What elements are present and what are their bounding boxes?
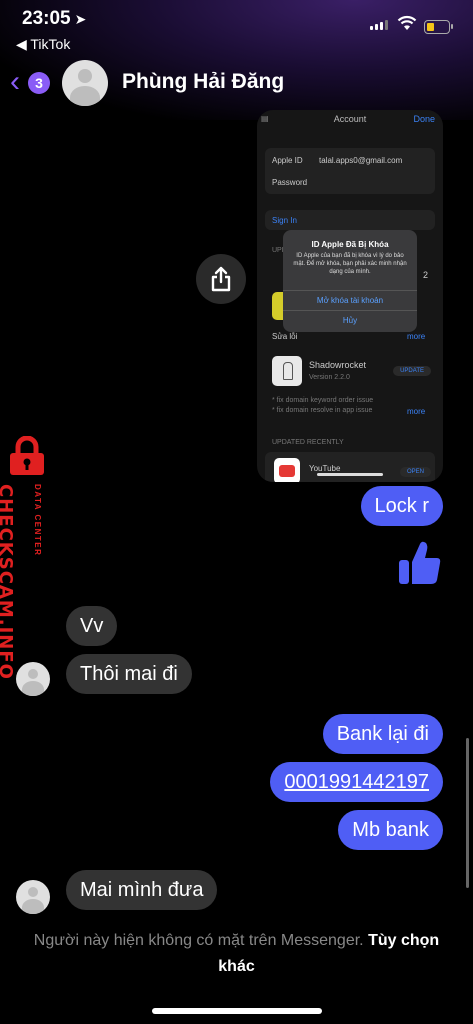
availability-notice: Người này hiện không có mặt trên Messeng…: [20, 928, 453, 980]
back-to-app-link[interactable]: ◀ TikTok: [16, 36, 70, 53]
screenshot-recent-app-name: YouTube: [309, 464, 341, 473]
cellular-signal-icon: [370, 20, 388, 30]
wifi-icon: [397, 15, 417, 30]
screenshot-dialog-title: ID Apple Đã Bị Khóa: [311, 240, 389, 249]
share-button[interactable]: [196, 254, 246, 304]
message-bubble-outgoing[interactable]: Bank lại đi: [322, 714, 443, 754]
location-arrow-icon: ➤: [74, 11, 87, 27]
message-bubble-incoming[interactable]: Vv: [66, 606, 118, 646]
sender-avatar[interactable]: [16, 662, 50, 696]
screenshot-youtube-icon: [274, 458, 300, 482]
unread-count-badge[interactable]: 3: [28, 72, 50, 94]
availability-text: Người này hiện không có mặt trên Messeng…: [33, 932, 364, 949]
screenshot-open-button: OPEN: [399, 467, 431, 477]
contact-avatar[interactable]: [62, 60, 108, 106]
screenshot-sign-in: Sign In: [272, 216, 297, 225]
screenshot-note-2: * fix domain resolve in app issue: [272, 407, 373, 414]
sender-avatar[interactable]: [16, 880, 50, 914]
screenshot-shadowrocket-icon: [272, 356, 302, 386]
battery-icon: [424, 20, 453, 34]
message-bubble-outgoing[interactable]: Mb bank: [338, 810, 443, 850]
screenshot-update-button: UPDATE: [393, 366, 431, 376]
scroll-indicator: [466, 738, 469, 888]
watermark-lock-icon: [10, 436, 44, 475]
status-time: 23:05 ➤: [22, 8, 87, 29]
screenshot-apple-id-value: talal.apps0@gmail.com: [319, 156, 403, 165]
screenshot-note-1: * fix domain keyword order issue: [272, 397, 374, 404]
message-link-account-number[interactable]: 0001991442197: [270, 762, 443, 802]
screenshot-password-label: Password: [272, 178, 308, 187]
screenshot-login-group: [265, 148, 435, 194]
message-bubble-outgoing[interactable]: Lock r: [360, 486, 443, 526]
screenshot-recent-header: UPDATED RECENTLY: [272, 439, 344, 446]
contact-name[interactable]: Phùng Hải Đăng: [122, 70, 284, 94]
screenshot-update-count: 2: [423, 270, 429, 280]
screenshot-dialog-unlock: Mở khóa tài khoản: [283, 290, 417, 311]
shared-screenshot-image[interactable]: ▤ Account Done Apple ID talal.apps0@gmai…: [257, 110, 443, 482]
back-chevron-icon[interactable]: ‹: [10, 67, 20, 97]
home-indicator[interactable]: [152, 1008, 322, 1014]
screenshot-home-bar: [317, 473, 383, 476]
message-bubble-incoming[interactable]: Mai mình đưa: [66, 870, 218, 910]
screenshot-more-1: more: [407, 332, 426, 341]
screenshot-dialog-message: ID Apple của bạn đã bị khóa vì lý do bảo…: [293, 253, 407, 275]
screenshot-more-2: more: [407, 407, 426, 416]
thumbs-up-icon[interactable]: [398, 540, 442, 586]
screenshot-locked-dialog: ID Apple Đã Bị Khóa ID Apple của bạn đã …: [283, 230, 417, 332]
screenshot-apple-id-label: Apple ID: [272, 156, 303, 165]
screenshot-app-name: Shadowrocket: [309, 360, 367, 370]
screenshot-fix-label: Sửa lỗi: [272, 332, 298, 341]
watermark-text: CHECKSCAM.INFO: [0, 484, 16, 680]
screenshot-done: Done: [413, 114, 435, 124]
share-icon: [211, 266, 231, 292]
screenshot-dialog-cancel: Hủy: [283, 310, 417, 331]
screenshot-app-version: Version 2.2.0: [309, 374, 350, 381]
message-bubble-incoming[interactable]: Thôi mai đi: [66, 654, 192, 694]
watermark-subtext: DATA CENTER: [33, 484, 42, 557]
